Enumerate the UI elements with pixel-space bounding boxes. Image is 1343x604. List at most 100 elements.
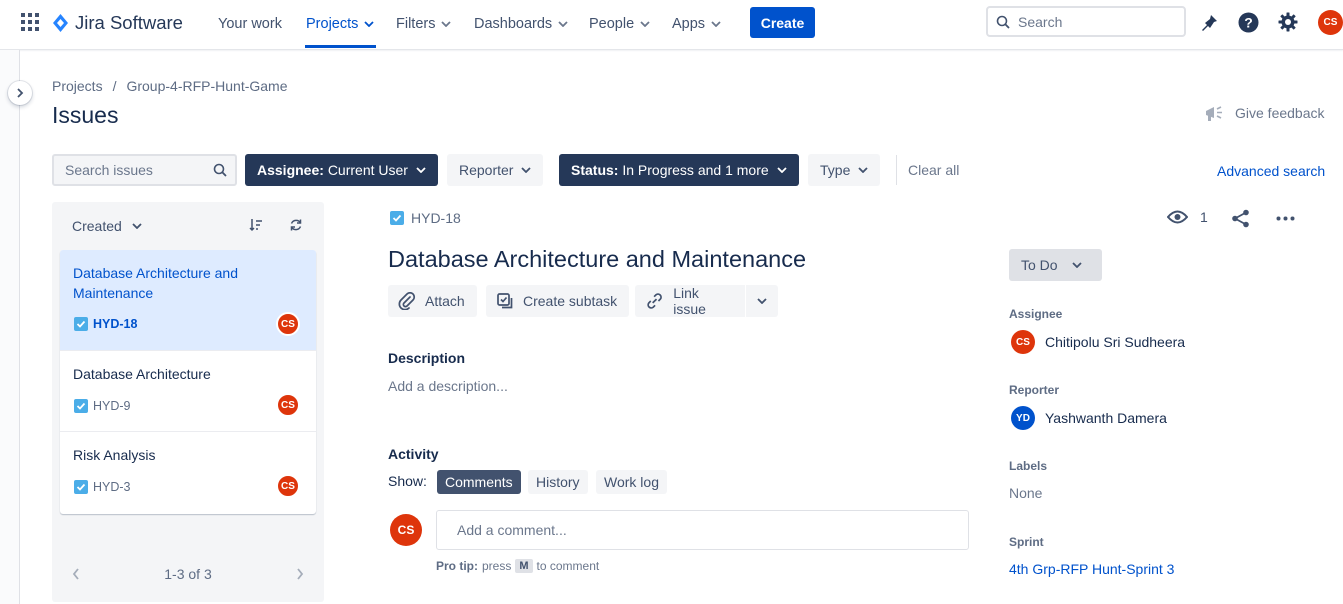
watchers-count: 1 [1200,209,1208,225]
give-feedback-button[interactable]: Give feedback [1204,104,1325,122]
watchers-button[interactable]: 1 [1167,209,1208,225]
chevron-down-icon [711,21,721,27]
nav-dashboards[interactable]: Dashboards [474,0,568,48]
search-issues-input[interactable]: Search issues [52,154,237,186]
list-item-key-text: HYD-9 [93,399,131,413]
assignee-avatar: CS [1011,330,1035,354]
list-item-title: Database Architecture [73,366,211,382]
tab-history[interactable]: History [528,470,588,494]
chevron-right-icon [17,88,24,98]
help-icon[interactable]: ? [1238,12,1259,33]
assignee-filter-key: Assignee: [257,162,324,178]
breadcrumb-projects[interactable]: Projects [52,78,103,94]
commenter-avatar: CS [390,514,422,546]
jira-logo[interactable]: Jira Software [52,12,183,34]
assignee-avatar: CS [276,393,300,417]
reporter-field[interactable]: YD Yashwanth Damera [1011,406,1167,430]
notifications-icon[interactable] [1199,13,1219,33]
nav-your-work[interactable]: Your work [218,0,282,48]
task-checkbox-icon [74,480,88,494]
type-filter-label: Type [820,162,851,178]
sidebar-rail [0,50,20,604]
product-name: Jira Software [75,12,183,33]
status-filter-key: Status: [571,162,619,178]
chevron-down-icon [521,167,532,173]
sort-order-icon[interactable] [249,218,263,232]
list-item-key: HYD-9 [74,399,131,413]
link-icon [647,293,662,309]
pagination: 1-3 of 3 [72,566,304,582]
type-filter[interactable]: Type [808,154,881,186]
more-actions-icon[interactable] [1276,216,1295,221]
filter-divider [896,155,897,185]
description-field[interactable]: Add a description... [388,378,508,394]
list-item-key: HYD-18 [74,317,137,331]
assignee-field[interactable]: CS Chitipolu Sri Sudheera [1011,330,1185,354]
tab-comments[interactable]: Comments [437,470,521,494]
app-switcher-icon[interactable] [21,13,39,31]
clear-all-button[interactable]: Clear all [908,162,959,178]
jira-diamond-icon [53,14,68,32]
chevron-down-icon [757,298,767,304]
add-comment-input[interactable]: Add a comment... [436,510,969,550]
chevron-down-icon [441,21,452,27]
sort-dropdown[interactable]: Created [72,218,142,234]
nav-dashboards-label: Dashboards [474,16,553,32]
list-item-key: HYD-3 [74,480,131,494]
list-item-hyd-9[interactable]: Database Architecture HYD-9 CS [60,351,316,432]
nav-filters[interactable]: Filters [396,0,452,48]
status-filter[interactable]: Status: In Progress and 1 more [559,154,799,186]
nav-projects-label: Projects [306,16,359,32]
list-item-hyd-18[interactable]: Database Architecture and Maintenance HY… [60,250,316,351]
reporter-filter[interactable]: Reporter [447,154,544,186]
breadcrumb: Projects / Group-4-RFP-Hunt-Game [52,78,288,94]
user-avatar[interactable]: CS [1318,10,1343,35]
global-search-input[interactable]: Search [986,6,1186,37]
list-item-key-text: HYD-18 [93,317,138,331]
share-icon[interactable] [1231,209,1250,228]
create-subtask-button[interactable]: Create subtask [486,285,630,317]
create-button[interactable]: Create [750,7,815,38]
more-actions-dropdown[interactable] [746,285,778,317]
reporter-filter-label: Reporter [459,162,514,178]
link-issue-button[interactable]: Link issue [635,285,745,317]
link-issue-label: Link issue [673,285,706,317]
assignee-name: Chitipolu Sri Sudheera [1045,334,1186,350]
tab-work-log[interactable]: Work log [596,470,667,494]
search-issues-placeholder: Search issues [65,162,153,178]
chevron-right-icon[interactable] [296,568,304,580]
paperclip-icon [398,292,416,310]
chevron-down-icon [558,21,568,27]
chevron-down-icon [132,223,142,229]
labels-value[interactable]: None [1009,485,1042,501]
attach-button[interactable]: Attach [388,285,477,317]
page-title: Issues [52,102,119,128]
subtask-icon [497,293,513,309]
pro-tip-key: M [515,559,533,573]
chevron-down-icon [640,21,650,27]
issue-key-text: HYD-18 [411,210,461,226]
chevron-down-icon [858,167,868,173]
assignee-label: Assignee [1009,307,1063,321]
sprint-link[interactable]: 4th Grp-RFP Hunt-Sprint 3 [1009,561,1174,577]
issue-key-link[interactable]: HYD-18 [390,210,461,226]
nav-people[interactable]: People [589,0,650,48]
chevron-left-icon[interactable] [72,568,80,580]
list-item-title: Risk Analysis [73,447,156,463]
list-item-key-text: HYD-3 [93,480,131,494]
assignee-avatar: CS [276,474,300,498]
settings-gear-icon[interactable] [1278,12,1298,32]
list-item-hyd-3[interactable]: Risk Analysis HYD-3 CS [60,432,316,513]
advanced-search-link[interactable]: Advanced search [1217,163,1325,179]
refresh-icon[interactable] [289,218,303,232]
issue-title[interactable]: Database Architecture and Maintenance [388,246,806,273]
nav-projects[interactable]: Projects [306,0,375,48]
status-filter-value: In Progress and 1 more [622,162,769,178]
global-search-placeholder: Search [1018,13,1063,30]
assignee-filter[interactable]: Assignee: Current User [245,154,438,186]
nav-apps[interactable]: Apps [672,0,721,48]
eye-icon [1167,210,1188,224]
breadcrumb-project[interactable]: Group-4-RFP-Hunt-Game [126,78,287,94]
status-dropdown[interactable]: To Do [1009,249,1102,281]
expand-sidebar-button[interactable] [8,81,32,105]
